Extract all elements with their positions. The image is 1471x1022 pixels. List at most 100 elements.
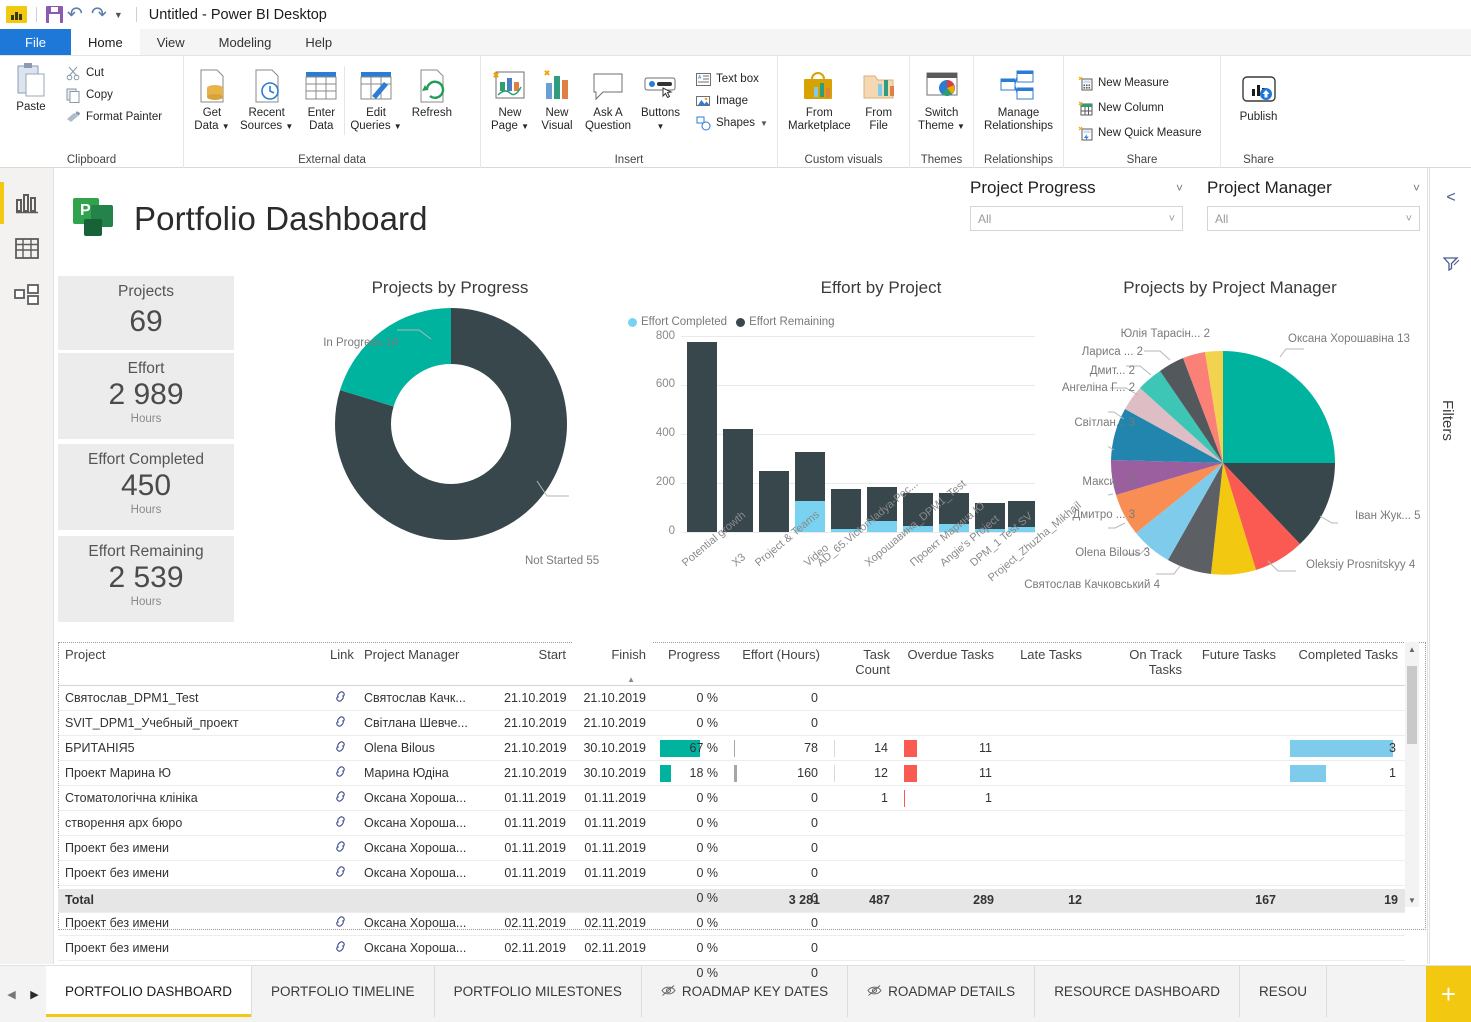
page-tab-portfolio-timeline[interactable]: PORTFOLIO TIMELINE <box>252 966 435 1017</box>
refresh-button[interactable]: Refresh <box>407 66 457 122</box>
sidebar-item-model-view[interactable] <box>0 274 54 320</box>
shapes-button[interactable]: Shapes ▼ <box>691 114 772 132</box>
ribbon-tab-file[interactable]: File <box>0 29 71 55</box>
bar-column[interactable] <box>687 336 717 532</box>
col-header-overdue-tasks[interactable]: Overdue Tasks <box>897 642 1001 686</box>
page-tab-resource-dashboard[interactable]: RESOURCE DASHBOARD <box>1035 966 1240 1017</box>
enter-data-button[interactable]: Enter Data <box>298 66 344 135</box>
copy-button[interactable]: Copy <box>61 86 166 104</box>
save-icon[interactable] <box>46 6 63 23</box>
pie-chart-projects-by-project-manager[interactable] <box>1087 348 1352 578</box>
col-header-effort-hours[interactable]: Effort (Hours) <box>727 642 827 686</box>
scrollbar-thumb[interactable] <box>1407 666 1417 744</box>
link-icon[interactable] <box>334 741 347 756</box>
text-box-button[interactable]: A Text box <box>691 70 772 88</box>
link-icon[interactable] <box>334 841 347 856</box>
bar-column[interactable] <box>795 336 825 532</box>
col-header-completed-tasks[interactable]: Completed Tasks <box>1283 642 1405 686</box>
bar-column[interactable] <box>759 336 789 532</box>
kpi-card-projects[interactable]: Projects 69 <box>58 276 234 350</box>
ribbon-tab-view[interactable]: View <box>140 29 202 55</box>
kpi-card-effort-remaining[interactable]: Effort Remaining 2 539 Hours <box>58 536 234 622</box>
link-icon[interactable] <box>334 941 347 956</box>
table-row[interactable]: SVIT_DPM1_Учебный_проект Світлана Шевче..… <box>58 710 1405 736</box>
legend-item-effort-completed[interactable]: Effort Completed <box>628 316 727 328</box>
get-data-button[interactable]: Get Data ▼ <box>189 66 235 135</box>
link-icon[interactable] <box>334 916 347 931</box>
col-header-start[interactable]: Start <box>497 642 573 686</box>
col-header-future-tasks[interactable]: Future Tasks <box>1189 642 1283 686</box>
add-page-button[interactable]: + <box>1426 966 1471 1022</box>
switch-theme-button[interactable]: Switch Theme ▼ <box>915 66 968 135</box>
col-header-late-tasks[interactable]: Late Tasks <box>1001 642 1089 686</box>
link-icon[interactable] <box>334 716 347 731</box>
page-tab-roadmap-details[interactable]: ROADMAP DETAILS <box>848 966 1036 1017</box>
new-measure-button[interactable]: New Measure <box>1073 74 1206 92</box>
undo-icon[interactable]: ↶ <box>67 5 83 24</box>
edit-queries-button[interactable]: Edit Queries ▼ <box>344 66 406 136</box>
col-header-project[interactable]: Project <box>58 642 323 686</box>
chevron-down-icon[interactable]: ˅ <box>1169 213 1175 225</box>
chevron-down-icon[interactable]: ˅ <box>1176 181 1183 195</box>
ask-a-question-button[interactable]: Ask A Question <box>580 66 636 135</box>
legend-item-effort-remaining[interactable]: Effort Remaining <box>736 316 835 328</box>
bar-column[interactable] <box>903 336 933 532</box>
publish-button[interactable]: Publish <box>1234 70 1284 126</box>
link-icon[interactable] <box>334 791 347 806</box>
kpi-card-effort[interactable]: Effort 2 989 Hours <box>58 353 234 439</box>
table-row[interactable]: Проект без имениОксана Хороша...02.11.20… <box>58 935 1405 961</box>
col-header-link[interactable]: Link <box>323 642 357 686</box>
kpi-card-effort-completed[interactable]: Effort Completed 450 Hours <box>58 444 234 530</box>
bar-column[interactable] <box>831 336 861 532</box>
scroll-up-icon[interactable]: ▲ <box>1405 642 1419 656</box>
slicer-dropdown[interactable]: All ˅ <box>1207 206 1420 231</box>
slicer-project-manager[interactable]: Project Manager ˅ All ˅ <box>1207 178 1420 231</box>
col-header-finish[interactable]: Finish ▲ <box>573 642 653 686</box>
paste-button[interactable]: Paste <box>5 60 57 116</box>
new-visual-button[interactable]: New Visual <box>534 66 580 135</box>
filter-button[interactable] <box>1430 250 1471 282</box>
page-tab-resource-truncated[interactable]: RESOU <box>1239 966 1327 1017</box>
new-page-button[interactable]: New Page ▼ <box>486 66 534 135</box>
col-header-on-track-tasks[interactable]: On Track Tasks <box>1089 642 1189 686</box>
projects-table[interactable]: Project Link Project Manager Start Finis… <box>58 642 1426 986</box>
slicer-project-progress[interactable]: Project Progress ˅ All ˅ <box>970 178 1183 231</box>
link-icon[interactable] <box>334 766 347 781</box>
link-icon[interactable] <box>334 866 347 881</box>
table-row[interactable]: Проект без имениОксана Хороша...01.11.20… <box>58 860 1405 886</box>
ribbon-tab-home[interactable]: Home <box>71 29 140 55</box>
col-header-task-count[interactable]: Task Count <box>827 642 897 686</box>
buttons-button[interactable]: Buttons ▼ <box>636 66 685 135</box>
bar-column[interactable] <box>723 336 753 532</box>
table-row[interactable]: Проект без имениОксана Хороша...01.11.20… <box>58 835 1405 861</box>
page-tab-portfolio-dashboard[interactable]: PORTFOLIO DASHBOARD <box>46 966 253 1017</box>
from-file-button[interactable]: From File <box>856 66 902 135</box>
manage-relationships-button[interactable]: Manage Relationships <box>979 66 1058 135</box>
scroll-down-icon[interactable]: ▼ <box>1405 893 1419 907</box>
page-tab-portfolio-milestones[interactable]: PORTFOLIO MILESTONES <box>434 966 642 1017</box>
customize-quick-access-icon[interactable]: ▼ <box>114 10 123 20</box>
table-vertical-scrollbar[interactable]: ▲ ▼ <box>1405 642 1419 907</box>
new-column-button[interactable]: New Column <box>1073 99 1206 117</box>
new-quick-measure-button[interactable]: New Quick Measure <box>1073 124 1206 142</box>
table-row[interactable]: Проект Марина Ю Марина Юдіна 21.10.2019 30.… <box>58 760 1405 786</box>
sidebar-item-data-view[interactable] <box>0 228 54 274</box>
ribbon-tab-modeling[interactable]: Modeling <box>202 29 289 55</box>
col-header-progress[interactable]: Progress <box>653 642 727 686</box>
image-button[interactable]: Image <box>691 92 772 110</box>
shapes-caret-icon[interactable]: ▼ <box>760 119 768 128</box>
from-marketplace-button[interactable]: From Marketplace <box>783 66 856 135</box>
redo-icon[interactable]: ↷ <box>91 5 107 24</box>
link-icon[interactable] <box>334 816 347 831</box>
expand-filters-button[interactable]: ˂ <box>1430 182 1471 214</box>
table-row[interactable]: створення арх бюро Оксана Хороша... 01.11.… <box>58 810 1405 836</box>
chevron-down-icon[interactable]: ˅ <box>1413 181 1420 195</box>
nav-prev-icon[interactable]: ◀ <box>0 966 23 1022</box>
format-painter-button[interactable]: Format Painter <box>61 108 166 126</box>
table-row[interactable]: БРИТАНІЯ5 Olena Bilous 21.10.2019 30.10.201… <box>58 735 1405 761</box>
table-row[interactable]: Стоматологічна клініка Оксана Хороша... 01… <box>58 785 1405 811</box>
cut-button[interactable]: Cut <box>61 64 166 82</box>
table-row[interactable]: Святослав_DPM1_Test Святослав Качк... 21.1… <box>58 685 1405 711</box>
chevron-down-icon[interactable]: ˅ <box>1406 213 1412 225</box>
sidebar-item-report-view[interactable] <box>0 182 54 228</box>
